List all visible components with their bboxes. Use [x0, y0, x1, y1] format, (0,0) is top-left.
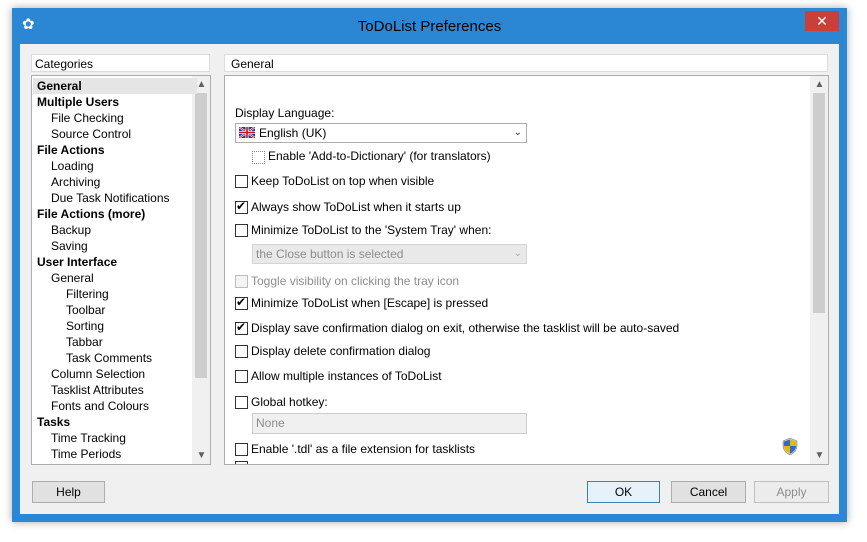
keep-on-top-label[interactable]: Keep ToDoList on top when visible: [251, 174, 434, 188]
tdl-extension-checkbox[interactable]: [235, 443, 248, 456]
category-item[interactable]: General: [33, 78, 197, 94]
category-item[interactable]: Task Comments: [66, 350, 152, 366]
delete-confirm-label[interactable]: Display delete confirmation dialog: [251, 344, 430, 358]
window-title: ToDoList Preferences: [357, 18, 502, 35]
category-item[interactable]: File Actions: [37, 142, 105, 158]
category-item[interactable]: File Checking: [51, 110, 124, 126]
category-item[interactable]: Backup: [51, 222, 91, 238]
category-item[interactable]: Toolbar: [66, 302, 105, 318]
category-item[interactable]: Loading: [51, 158, 94, 174]
title-bar[interactable]: ✿ ToDoList Preferences ✕: [12, 8, 847, 44]
help-button[interactable]: Help: [32, 481, 105, 503]
uk-flag-icon: [239, 127, 255, 138]
language-value: English (UK): [259, 126, 327, 140]
categories-header: Categories: [31, 54, 210, 72]
chevron-down-icon: ⌄: [513, 248, 522, 259]
category-item[interactable]: General: [51, 270, 94, 286]
scroll-up-icon[interactable]: ▲: [811, 76, 828, 93]
display-language-label: Display Language:: [235, 106, 335, 120]
category-item[interactable]: Filtering: [66, 286, 109, 302]
category-item[interactable]: Saving: [51, 238, 88, 254]
category-item[interactable]: Column Selection: [51, 366, 145, 382]
language-select[interactable]: English (UK) ⌄: [235, 123, 527, 143]
category-item[interactable]: Due Task Notifications: [51, 190, 170, 206]
category-item[interactable]: Fonts and Colours: [51, 398, 149, 414]
scroll-down-icon[interactable]: ▼: [193, 447, 210, 464]
categories-scrollbar[interactable]: ▲ ▼: [192, 76, 210, 464]
close-button[interactable]: ✕: [805, 11, 839, 31]
close-icon: ✕: [816, 13, 828, 29]
category-item[interactable]: Tabbar: [66, 334, 103, 350]
enable-dictionary-label[interactable]: Enable 'Add-to-Dictionary' (for translat…: [268, 149, 491, 163]
next-option-checkbox[interactable]: [235, 461, 248, 464]
general-scrollbar[interactable]: ▲ ▼: [810, 76, 828, 464]
scroll-thumb[interactable]: [813, 93, 825, 313]
chevron-down-icon: ⌄: [513, 127, 522, 138]
category-item[interactable]: Sorting: [66, 318, 104, 334]
scroll-down-icon[interactable]: ▼: [811, 447, 828, 464]
always-show-label[interactable]: Always show ToDoList when it starts up: [251, 200, 461, 214]
category-item[interactable]: Time Periods: [51, 446, 121, 462]
dialog-body: Categories ▲ ▼ General Multiple Users File…: [20, 44, 839, 514]
tray-option-select[interactable]: the Close button is selected ⌄: [252, 244, 527, 264]
always-show-checkbox[interactable]: [235, 199, 248, 214]
general-panel: Display Language: English (UK) ⌄ Enable …: [224, 75, 829, 465]
delete-confirm-checkbox[interactable]: [235, 345, 248, 358]
toggle-visibility-checkbox[interactable]: [235, 275, 248, 288]
minimize-escape-checkbox[interactable]: [235, 295, 248, 310]
tray-option-value: the Close button is selected: [256, 247, 404, 261]
ok-button[interactable]: OK: [587, 481, 660, 503]
apply-button[interactable]: Apply: [754, 481, 829, 503]
preferences-window: ✿ ToDoList Preferences ✕ Categories ▲ ▼ …: [12, 8, 847, 522]
category-item[interactable]: File Actions (more): [37, 206, 145, 222]
multiple-instances-checkbox[interactable]: [235, 370, 248, 383]
hotkey-field[interactable]: None: [252, 413, 527, 434]
general-header: General: [224, 54, 828, 72]
save-confirm-checkbox[interactable]: [235, 320, 248, 335]
tdl-extension-label[interactable]: Enable '.tdl' as a file extension for ta…: [251, 442, 475, 456]
category-item[interactable]: Source Control: [51, 126, 131, 142]
categories-tree[interactable]: ▲ ▼ General Multiple Users File Checking So…: [31, 75, 211, 465]
minimize-escape-label[interactable]: Minimize ToDoList when [Escape] is press…: [251, 296, 488, 310]
minimize-tray-label[interactable]: Minimize ToDoList to the 'System Tray' w…: [251, 223, 491, 237]
global-hotkey-checkbox[interactable]: [235, 396, 248, 409]
category-item[interactable]: Tasklist Attributes: [51, 382, 144, 398]
global-hotkey-label[interactable]: Global hotkey:: [251, 395, 328, 409]
cancel-button[interactable]: Cancel: [671, 481, 746, 503]
keep-on-top-checkbox[interactable]: [235, 175, 248, 188]
minimize-tray-checkbox[interactable]: [235, 224, 248, 237]
category-item[interactable]: Tasks: [37, 414, 70, 430]
category-item[interactable]: Archiving: [51, 174, 100, 190]
uac-shield-icon: [782, 438, 798, 455]
enable-dictionary-checkbox[interactable]: [252, 151, 265, 164]
category-item[interactable]: Time Tracking: [51, 430, 126, 446]
scroll-thumb[interactable]: [195, 93, 207, 378]
category-item[interactable]: User Interface: [37, 254, 117, 270]
toggle-visibility-label[interactable]: Toggle visibility on clicking the tray i…: [251, 274, 459, 288]
save-confirm-label[interactable]: Display save confirmation dialog on exit…: [251, 321, 679, 335]
category-item[interactable]: Multiple Users: [37, 94, 119, 110]
multiple-instances-label[interactable]: Allow multiple instances of ToDoList: [251, 369, 442, 383]
